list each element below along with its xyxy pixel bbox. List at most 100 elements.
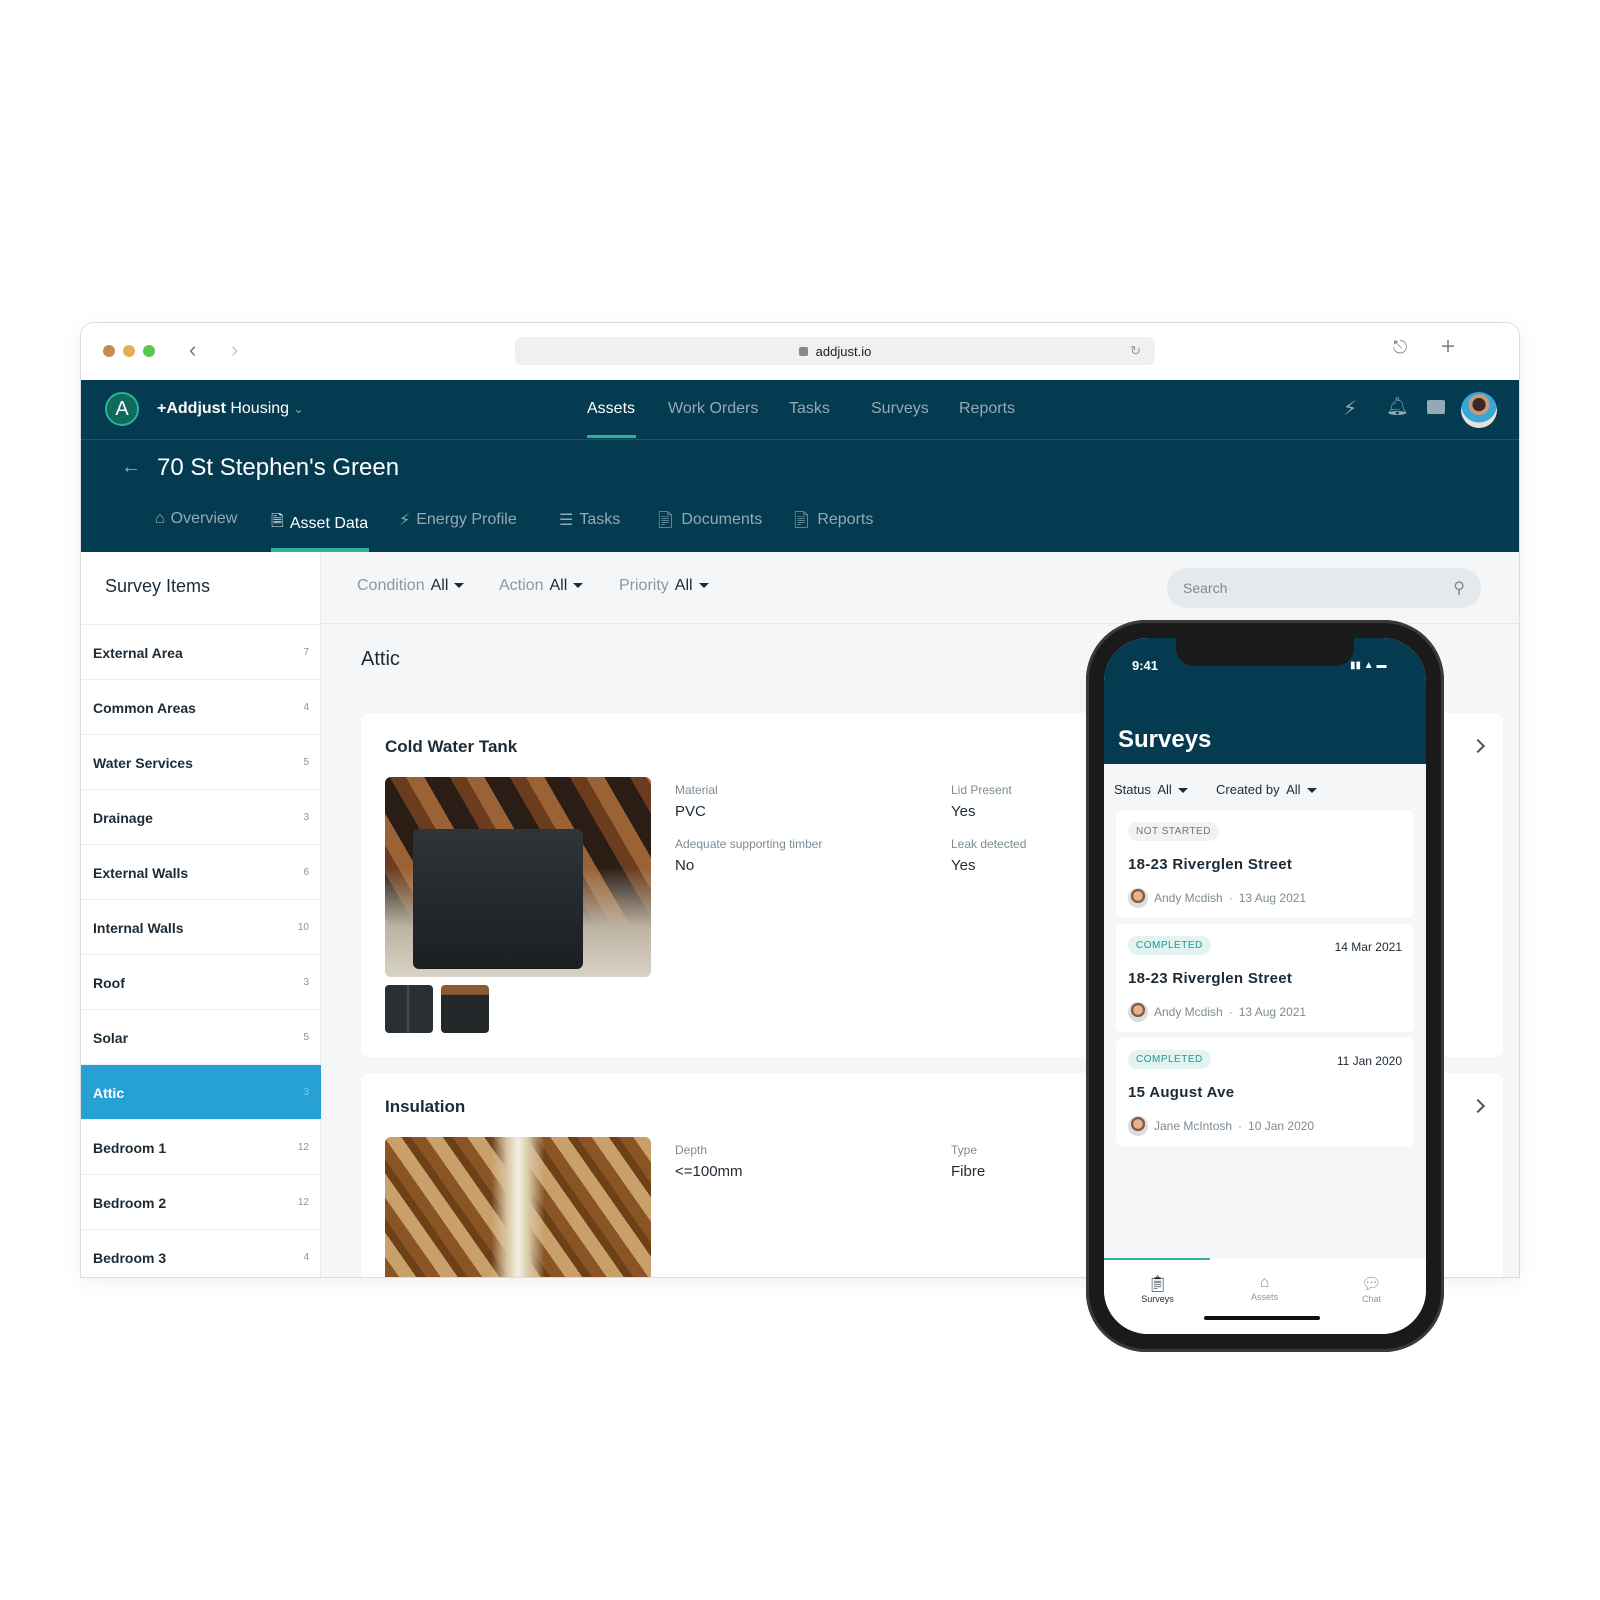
forward-icon[interactable]: › [231,337,238,363]
survey-card[interactable]: COMPLETED 14 Mar 2021 18-23 Riverglen St… [1116,924,1414,1032]
sidebar-item[interactable]: Drainage 3 [81,789,321,845]
user-avatar[interactable] [1461,392,1497,428]
survey-card[interactable]: COMPLETED 11 Jan 2020 15 August Ave Jane… [1116,1038,1414,1146]
phone-notch [1176,638,1354,666]
phone-tab-surveys[interactable]: 📋︎ Surveys [1104,1274,1211,1304]
sidebar-item[interactable]: Water Services 5 [81,734,321,790]
clipboard-icon: 📋︎ [1147,1276,1168,1293]
tab-energy-profile[interactable]: ⚡︎ Energy Profile [399,510,517,530]
sidebar-item[interactable]: External Area 7 [81,624,321,680]
sidebar-item-count: 6 [303,867,309,878]
sidebar-item[interactable]: Roof 3 [81,954,321,1010]
action-filter[interactable]: Action All [499,577,584,595]
search-icon: ⚲ [1453,580,1465,597]
status-badge: COMPLETED [1128,1050,1211,1069]
close-window-button[interactable] [103,345,115,357]
sidebar-item[interactable]: Common Areas 4 [81,679,321,735]
status-time: 9:41 [1132,658,1159,673]
tab-documents[interactable]: 📄︎ Documents [655,510,762,530]
logo-icon[interactable]: A [105,392,139,426]
sidebar-item[interactable]: Bedroom 3 4 [81,1229,321,1277]
card-title: Cold Water Tank [385,737,518,756]
sidebar-item[interactable]: Bedroom 2 12 [81,1174,321,1230]
chat-icon[interactable] [1427,400,1445,414]
created-by-filter[interactable]: Created by All [1216,782,1317,797]
sidebar-item-label: External Area [93,644,183,661]
nav-surveys[interactable]: Surveys [871,400,929,418]
survey-date: 14 Mar 2021 [1334,940,1402,954]
sidebar-item-count: 3 [303,1087,309,1098]
caret-down-icon [454,583,465,589]
avatar [1128,888,1148,908]
chevron-right-icon[interactable] [1470,738,1486,754]
lock-icon [798,346,808,356]
sidebar-item-label: Water Services [93,754,193,771]
bell-icon[interactable]: 🔔︎ [1386,396,1409,417]
survey-card[interactable]: NOT STARTED 18-23 Riverglen Street Andy … [1116,810,1414,918]
signal-wifi-battery-icon: ▮▮ ▲ ▬ [1350,660,1387,671]
new-tab-icon[interactable]: + [1441,333,1455,361]
tab-tasks[interactable]: ☰ Tasks [559,510,620,530]
tab-reports[interactable]: 📄︎ Reports [791,510,873,530]
survey-address: 18-23 Riverglen Street [1128,970,1293,987]
chat-icon: 💬︎ [1361,1276,1382,1293]
photo-thumbnail[interactable] [385,985,433,1033]
reload-icon[interactable]: ↻ [1130,343,1141,359]
chevron-right-icon[interactable] [1470,1098,1486,1114]
nav-reports[interactable]: Reports [959,400,1015,418]
survey-meta: Andy Mcdish · 13 Aug 2021 [1128,1002,1306,1022]
field-value: <=100mm [675,1163,743,1180]
nav-work-orders[interactable]: Work Orders [668,400,758,418]
page-title: 70 St Stephen's Green [157,454,400,481]
section-title: Attic [361,648,400,670]
avatar [1128,1116,1148,1136]
checklist-icon: ☰ [559,512,574,529]
sidebar-item[interactable]: Internal Walls 10 [81,899,321,955]
caret-down-icon [573,583,584,589]
mobile-phone-mockup: 9:41 ▮▮ ▲ ▬ Surveys Status All Created b… [1086,620,1444,1352]
status-badge: COMPLETED [1128,936,1211,955]
minimize-window-button[interactable] [123,345,135,357]
home-icon: ⌂ [155,510,165,527]
sidebar-title: Survey Items [105,576,211,596]
sidebar-item[interactable]: External Walls 6 [81,844,321,900]
sidebar-item-count: 4 [303,1252,309,1263]
share-icon[interactable]: ⎋ [1393,337,1407,358]
nav-assets[interactable]: Assets [587,400,635,418]
photo-thumbnail[interactable] [441,985,489,1033]
tab-overview[interactable]: ⌂ Overview [155,510,237,528]
survey-address: 15 August Ave [1128,1084,1235,1101]
phone-tab-assets[interactable]: ⌂ Assets [1211,1274,1318,1302]
back-arrow-icon[interactable]: ← [121,456,141,479]
status-filter[interactable]: Status All [1114,782,1188,797]
sidebar-item[interactable]: Solar 5 [81,1009,321,1065]
field-value: PVC [675,803,706,820]
sidebar-item-count: 5 [303,757,309,768]
priority-filter[interactable]: Priority All [619,577,709,595]
home-icon: ⌂ [1259,1274,1270,1291]
item-photo[interactable] [385,777,651,977]
item-photo[interactable] [385,1137,651,1277]
sidebar-item-count: 5 [303,1032,309,1043]
phone-title: Surveys [1118,726,1212,753]
nav-tasks[interactable]: Tasks [789,400,830,418]
sidebar-item-count: 7 [303,647,309,658]
phone-tab-chat[interactable]: 💬︎ Chat [1318,1274,1425,1304]
sidebar-item[interactable]: Bedroom 1 12 [81,1119,321,1175]
sidebar-item[interactable]: Attic 3 [81,1064,321,1120]
sidebar-item-label: Bedroom 2 [93,1194,167,1211]
sidebar-item-label: Drainage [93,809,153,826]
back-icon[interactable]: ‹ [189,337,196,363]
address-bar[interactable]: addjust.io ↻ [515,337,1155,365]
workspace-switcher[interactable]: +Addjust Housing ⌄ [157,400,304,418]
field-value: Fibre [951,1163,986,1180]
top-navbar: A +Addjust Housing ⌄ Assets Work Orders … [81,380,1519,440]
maximize-window-button[interactable] [143,345,155,357]
phone-tab-bar: 📋︎ Surveys ⌂ Assets 💬︎ Chat [1104,1258,1426,1334]
condition-filter[interactable]: Condition All [357,577,465,595]
phone-screen: 9:41 ▮▮ ▲ ▬ Surveys Status All Created b… [1104,638,1426,1334]
nav-active-indicator [587,435,636,438]
tab-asset-data[interactable]: 🗎︎ Asset Data [271,510,368,537]
search-input[interactable]: Search ⚲ [1167,568,1481,608]
bolt-icon[interactable]: ⚡︎ [1343,396,1357,421]
